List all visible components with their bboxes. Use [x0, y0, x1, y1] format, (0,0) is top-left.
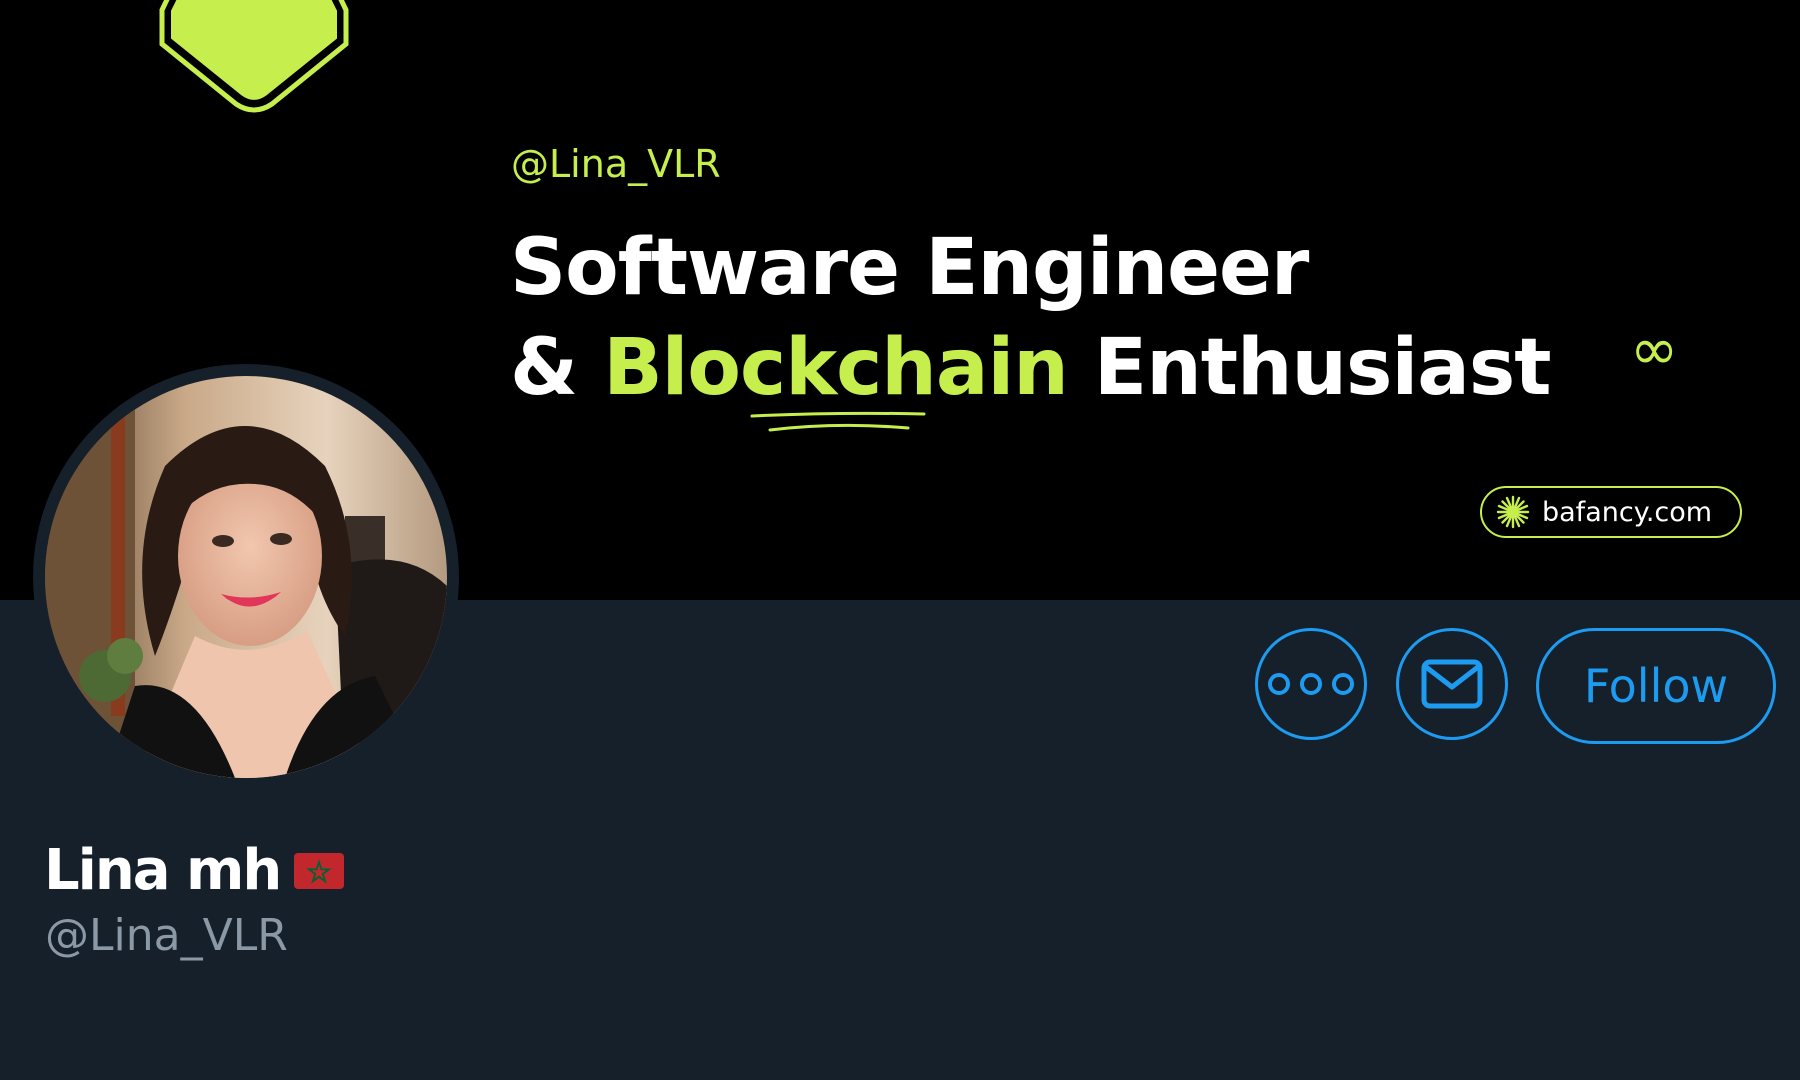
headline-ampersand: & [510, 323, 604, 413]
infinity-icon: ∞ [1630, 315, 1679, 383]
morocco-flag-icon [294, 852, 345, 889]
more-icon [1268, 673, 1354, 695]
sunburst-icon [1496, 495, 1530, 529]
headline-highlight: Blockchain [603, 323, 1069, 413]
headline-line-2: & Blockchain Enthusiast [510, 318, 1552, 418]
banner-handle: @Lina_VLR [511, 142, 721, 186]
website-pill: bafancy.com [1480, 486, 1742, 538]
banner-headline: Software Engineer & Blockchain Enthusias… [510, 218, 1552, 418]
follow-button[interactable]: Follow [1536, 628, 1776, 744]
lime-badge-graphic [159, 0, 349, 113]
website-text: bafancy.com [1542, 496, 1713, 528]
mail-icon [1421, 659, 1483, 709]
profile-handle: @Lina_VLR [45, 910, 288, 961]
dot [1332, 673, 1354, 695]
profile-actions: Follow [0, 628, 1800, 744]
headline-underline-stroke [750, 411, 926, 432]
profile-name-row: Lina mh [44, 838, 345, 903]
dot [1300, 673, 1322, 695]
headline-line-1: Software Engineer [510, 223, 1309, 313]
headline-rest: Enthusiast [1067, 323, 1552, 413]
dot [1268, 673, 1290, 695]
profile-name: Lina mh [44, 838, 282, 903]
more-button[interactable] [1255, 628, 1367, 740]
message-button[interactable] [1396, 628, 1508, 740]
